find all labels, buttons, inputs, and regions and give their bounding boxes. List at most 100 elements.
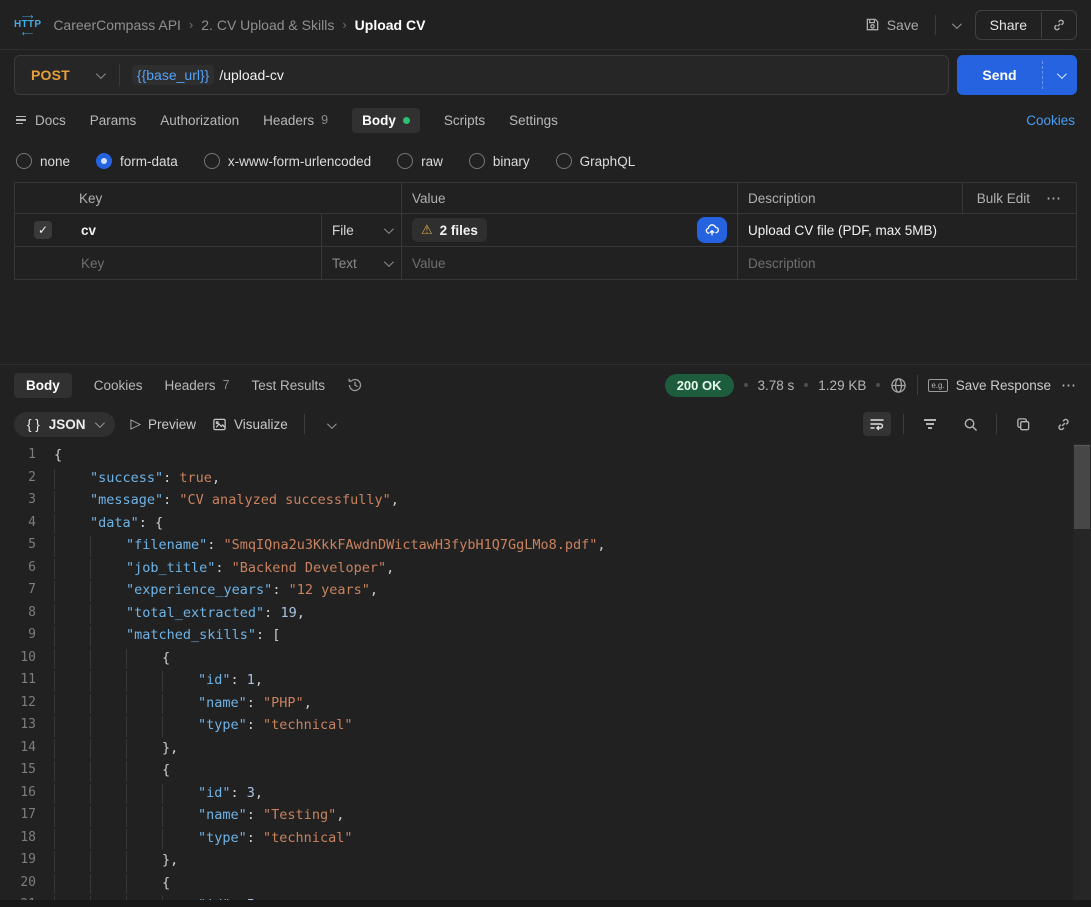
- line-number: 15: [20, 762, 36, 777]
- bulk-edit-button[interactable]: Bulk Edit: [977, 191, 1030, 206]
- url-bar: POST {{base_url}} /upload-cv: [14, 55, 949, 95]
- filter-icon[interactable]: [916, 412, 944, 436]
- chevron-down-icon: [383, 223, 394, 234]
- share-button[interactable]: Share: [976, 11, 1041, 39]
- line-number: 1: [28, 447, 36, 462]
- value-input[interactable]: Value: [401, 247, 737, 279]
- wrap-text-icon[interactable]: [863, 412, 891, 436]
- save-response-button[interactable]: e.g. Save Response: [928, 378, 1051, 393]
- tab-params[interactable]: Params: [90, 113, 137, 128]
- breadcrumb-request[interactable]: Upload CV: [355, 17, 426, 33]
- indent-guide: [90, 851, 126, 872]
- response-format-select[interactable]: { } JSON: [14, 411, 115, 437]
- breadcrumb-collection[interactable]: CareerCompass API: [53, 17, 181, 33]
- radio-form-data[interactable]: form-data: [96, 153, 178, 169]
- indent-guide: [54, 603, 90, 624]
- send-button[interactable]: Send: [957, 55, 1077, 95]
- response-more-icon[interactable]: ⋯: [1061, 376, 1077, 394]
- indent-guide: [162, 671, 198, 692]
- indent-guide: [90, 671, 126, 692]
- link-icon[interactable]: [1049, 412, 1077, 436]
- description-cell[interactable]: Upload CV file (PDF, max 5MB): [737, 214, 1076, 246]
- response-tab-test-results[interactable]: Test Results: [252, 378, 326, 393]
- indent-guide: [90, 716, 126, 737]
- code-line: 20{: [0, 872, 1091, 894]
- response-size[interactable]: 1.29 KB: [818, 378, 866, 393]
- radio-graphql[interactable]: GraphQL: [555, 153, 635, 169]
- chevron-down-icon: [94, 417, 105, 428]
- scrollbar-thumb[interactable]: [1074, 445, 1090, 529]
- copy-link-icon[interactable]: [1041, 11, 1076, 38]
- save-options-chevron-icon[interactable]: [946, 12, 965, 38]
- tab-body[interactable]: Body: [352, 107, 420, 133]
- top-header: ⟶ HTTP ⟵ CareerCompass API › 2. CV Uploa…: [0, 0, 1091, 50]
- response-time[interactable]: 3.78 s: [758, 378, 795, 393]
- indent-guide: [126, 738, 162, 759]
- response-body-viewer[interactable]: 1{2 "success": true, 3 "message": "CV analy…: [0, 443, 1091, 907]
- network-globe-icon[interactable]: [890, 377, 907, 394]
- indent-guide: [90, 783, 126, 804]
- breadcrumb-folder[interactable]: 2. CV Upload & Skills: [201, 17, 334, 33]
- method-select[interactable]: POST: [15, 67, 119, 83]
- send-options-chevron-icon[interactable]: [1043, 55, 1077, 95]
- type-select[interactable]: File: [321, 214, 401, 246]
- horizontal-scrollbar[interactable]: [0, 900, 1091, 907]
- response-tab-body[interactable]: Body: [14, 372, 72, 398]
- description-input[interactable]: Description: [737, 247, 1076, 279]
- breadcrumb-separator-icon: ›: [188, 17, 194, 32]
- form-data-table: Key Value Description Bulk Edit ⋯ ✓ cv F…: [14, 182, 1077, 280]
- tab-body-label: Body: [362, 112, 396, 128]
- upload-file-button[interactable]: [697, 217, 727, 243]
- radio-binary-label: binary: [492, 153, 530, 169]
- type-select[interactable]: Text: [321, 247, 401, 279]
- image-icon: [213, 418, 226, 430]
- cookies-link[interactable]: Cookies: [1026, 113, 1075, 128]
- docs-icon: [16, 115, 26, 125]
- scrollbar-track[interactable]: [1073, 443, 1091, 907]
- preview-button[interactable]: ▷ Preview: [131, 416, 196, 432]
- code-line: 3 "message": "CV analyzed successfully",: [0, 489, 1091, 512]
- save-button[interactable]: Save: [859, 12, 925, 38]
- section-divider: [0, 280, 1091, 365]
- table-more-icon[interactable]: ⋯: [1046, 189, 1062, 207]
- url-variable-chip[interactable]: {{base_url}}: [131, 65, 215, 85]
- divider: [903, 414, 904, 434]
- status-badge[interactable]: 200 OK: [664, 373, 734, 397]
- radio-none[interactable]: none: [16, 153, 70, 169]
- radio-raw[interactable]: raw: [397, 153, 443, 169]
- visualize-label: Visualize: [233, 416, 288, 432]
- tab-headers[interactable]: Headers 9: [263, 113, 328, 128]
- url-input[interactable]: {{base_url}} /upload-cv: [120, 65, 296, 85]
- line-number: 11: [20, 672, 36, 687]
- body-type-selector: none form-data x-www-form-urlencoded raw…: [0, 140, 1091, 182]
- line-number: 12: [20, 694, 36, 710]
- response-history-icon[interactable]: [347, 377, 363, 393]
- tab-docs[interactable]: Docs: [16, 113, 66, 128]
- radio-x-www-form-urlencoded[interactable]: x-www-form-urlencoded: [203, 153, 371, 169]
- indent-guide: [126, 783, 162, 804]
- code-line: 4 "data": {: [0, 512, 1091, 534]
- indent-guide: [90, 648, 126, 669]
- floppy-save-icon: [866, 18, 879, 31]
- tab-scripts[interactable]: Scripts: [444, 113, 485, 128]
- tab-authorization[interactable]: Authorization: [160, 113, 239, 128]
- tab-settings[interactable]: Settings: [509, 113, 558, 128]
- divider: [996, 414, 997, 434]
- response-tab-headers[interactable]: Headers 7: [165, 378, 230, 393]
- radio-binary[interactable]: binary: [468, 153, 530, 169]
- indent-guide: [90, 761, 126, 782]
- viewer-options-chevron-icon[interactable]: [321, 413, 340, 436]
- response-tab-cookies[interactable]: Cookies: [94, 378, 143, 393]
- indent-guide: [126, 828, 162, 849]
- key-cell[interactable]: cv: [71, 214, 321, 246]
- request-tabs: Docs Params Authorization Headers 9 Body…: [0, 100, 1091, 140]
- key-input[interactable]: Key: [71, 247, 321, 279]
- line-number: 13: [20, 717, 36, 732]
- copy-icon[interactable]: [1009, 412, 1037, 436]
- chevron-down-icon: [95, 68, 106, 79]
- visualize-button[interactable]: Visualize: [212, 417, 288, 432]
- row-checkbox[interactable]: ✓: [34, 221, 52, 239]
- files-badge[interactable]: ⚠ 2 files: [412, 218, 487, 242]
- search-icon[interactable]: [956, 412, 984, 436]
- column-header-key: Key: [79, 190, 103, 206]
